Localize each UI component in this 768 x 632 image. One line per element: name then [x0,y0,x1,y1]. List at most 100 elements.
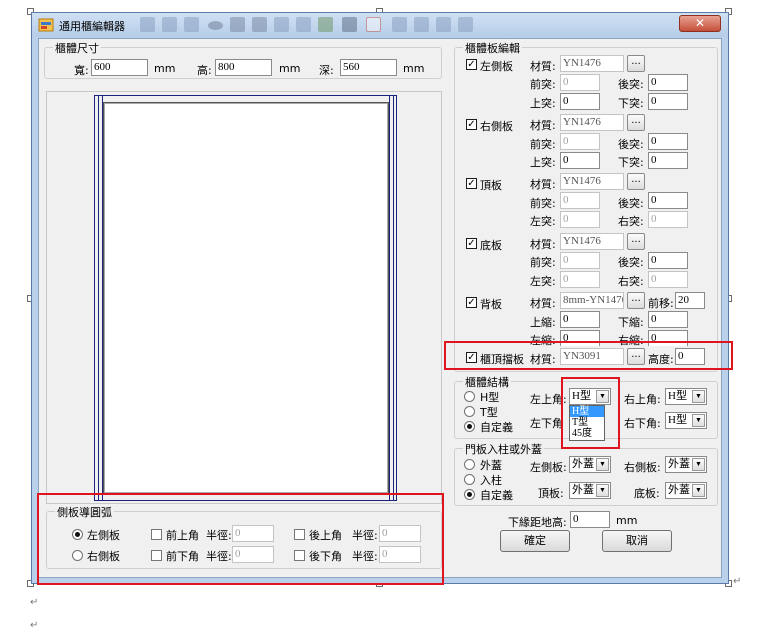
bottom-right-input[interactable]: 0 [648,271,688,288]
door-right-select[interactable]: 外蓋 ▼ [665,456,707,473]
left-side-checkbox[interactable]: ✓ [466,59,477,70]
top-right-corner-select[interactable]: H型 ▼ [665,388,707,405]
top-back-input[interactable]: 0 [648,192,688,209]
left-side-label: 左側板 [480,60,513,73]
back-label: 後突: [618,138,644,151]
right-protrude-label: 右突: [618,215,644,228]
top-right-corner-label: 右上角: [624,393,661,406]
left-side-panel [98,95,103,501]
bottom-material-field[interactable]: YN1476 [560,233,624,250]
left-protrude-label: 左突: [530,275,556,288]
bottom-back-input[interactable]: 0 [648,252,688,269]
door-inset-radio[interactable] [464,474,475,485]
back-top-input[interactable]: 0 [560,311,600,328]
back-bottom-input[interactable]: 0 [648,311,688,328]
back-board-checkbox[interactable]: ✓ [466,297,477,308]
door-bottom-select[interactable]: 外蓋 ▼ [665,482,707,499]
bottom-board-checkbox[interactable]: ✓ [466,238,477,249]
cabinet-inner-panel [103,102,389,494]
height-input[interactable]: 800 [215,59,272,76]
door-custom-radio[interactable] [464,489,475,500]
close-button[interactable]: ✕ [679,15,721,32]
back-label: 後突: [618,256,644,269]
left-bottom-input[interactable]: 0 [648,93,688,110]
toolbar-icon [140,17,155,32]
bottom-front-input[interactable]: 0 [560,252,600,269]
toolbar-icon [366,17,381,32]
left-material-field[interactable]: YN1476 [560,55,624,72]
left-front-input[interactable]: 0 [560,74,600,91]
top-right-input[interactable]: 0 [648,211,688,228]
chevron-down-icon: ▼ [692,458,705,471]
right-material-browse-button[interactable]: ... [627,114,645,131]
depth-unit: mm [403,62,425,75]
door-cover-radio[interactable] [464,459,475,470]
toolbar-icon [414,17,429,32]
top-front-input[interactable]: 0 [560,192,600,209]
door-inset-label: 入柱 [480,474,502,487]
door-left-label: 左側板: [530,461,567,474]
material-label: 材質: [530,178,556,191]
highlight-cap-row [444,341,733,370]
door-top-select[interactable]: 外蓋 ▼ [569,482,611,499]
cancel-button[interactable]: 取消 [602,530,672,552]
toolbar-icon [296,17,311,32]
left-material-browse-button[interactable]: ... [627,55,645,72]
right-back-input[interactable]: 0 [648,133,688,150]
left-back-input[interactable]: 0 [648,74,688,91]
bottom-right-corner-value: H型 [668,414,687,426]
door-right-label: 右側板: [624,461,661,474]
floor-gap-input[interactable]: 0 [570,511,610,528]
window-title: 通用櫃編輯器 [59,20,125,33]
top-left-input[interactable]: 0 [560,211,600,228]
right-side-checkbox[interactable]: ✓ [466,119,477,130]
width-label: 寬: [74,64,89,77]
structure-custom-label: 自定義 [480,421,513,434]
floor-gap-label: 下緣距地高: [508,516,567,529]
right-bottom-input[interactable]: 0 [648,152,688,169]
forward-offset-label: 前移: [648,297,674,310]
top-material-browse-button[interactable]: ... [627,173,645,190]
toolbar-icon [274,17,289,32]
back-label: 後突: [618,197,644,210]
front-label: 前突: [530,197,556,210]
bottom-right-corner-label: 右下角: [624,417,661,430]
structure-t-radio[interactable] [464,406,475,417]
material-label: 材質: [530,297,556,310]
paragraph-mark: ↵ [30,597,39,608]
door-left-select[interactable]: 外蓋 ▼ [569,456,611,473]
door-bottom-label: 底板: [634,487,660,500]
depth-input[interactable]: 560 [340,59,397,76]
toolbar-icon [436,17,451,32]
right-top-input[interactable]: 0 [560,152,600,169]
bottom-protrude-label: 下突: [618,156,644,169]
title-bar[interactable]: 通用櫃編輯器 ✕ [32,13,728,37]
structure-h-label: H型 [480,391,500,404]
toolbar-icon [184,17,199,32]
bottom-left-input[interactable]: 0 [560,271,600,288]
width-input[interactable]: 600 [91,59,148,76]
back-material-browse-button[interactable]: ... [627,292,645,309]
top-material-field[interactable]: YN1476 [560,173,624,190]
structure-h-radio[interactable] [464,391,475,402]
top-board-label: 頂板 [480,179,502,192]
cabinet-preview [46,91,442,504]
front-label: 前突: [530,256,556,269]
right-side-panel [389,95,394,501]
structure-custom-radio[interactable] [464,421,475,432]
left-top-input[interactable]: 0 [560,93,600,110]
right-front-input[interactable]: 0 [560,133,600,150]
top-protrude-label: 上突: [530,97,556,110]
bottom-material-browse-button[interactable]: ... [627,233,645,250]
top-board-checkbox[interactable]: ✓ [466,178,477,189]
back-offset-input[interactable]: 20 [675,292,705,309]
ok-button[interactable]: 確定 [500,530,570,552]
back-material-field[interactable]: 8mm-YN1476 [560,292,624,309]
paragraph-mark: ↵ [733,576,742,587]
chevron-down-icon: ▼ [692,414,705,427]
structure-group-title: 櫃體結構 [463,374,511,390]
right-material-field[interactable]: YN1476 [560,114,624,131]
toolbar-icon [162,17,177,32]
bottom-right-corner-select[interactable]: H型 ▼ [665,412,707,429]
front-label: 前突: [530,138,556,151]
